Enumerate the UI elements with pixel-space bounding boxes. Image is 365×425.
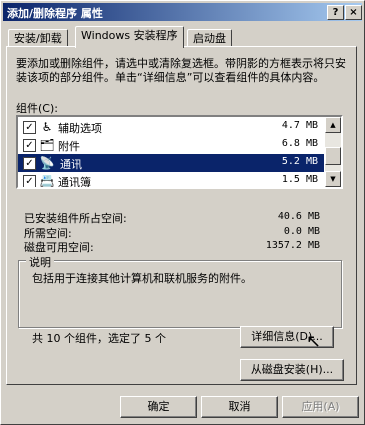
- checkbox[interactable]: ✓: [23, 121, 36, 134]
- component-size: 5.2 MB: [281, 156, 318, 167]
- accessibility-icon: ♿: [41, 120, 53, 134]
- close-button[interactable]: ×: [345, 5, 362, 20]
- apply-button[interactable]: 应用(A): [282, 396, 359, 418]
- checkbox[interactable]: ✓: [23, 157, 36, 170]
- component-description: 包括用于连接其他计算机和联机服务的附件。: [32, 272, 252, 285]
- installed-space-label: 已安装组件所占空间:: [24, 212, 127, 225]
- required-space-value: 0.0 MB: [283, 226, 320, 237]
- component-size: 6.8 MB: [281, 138, 318, 149]
- help-button[interactable]: ?: [327, 5, 344, 20]
- list-item[interactable]: ✓ ♿ 辅助选项 4.7 MB: [18, 118, 324, 136]
- list-item[interactable]: ✓ 📇 通讯簿 1.5 MB: [18, 172, 324, 189]
- list-item-selected[interactable]: ✓ 📡 通讯 5.2 MB: [18, 154, 324, 172]
- address-book-icon: 📇: [39, 174, 55, 188]
- mouse-cursor-icon: ↖: [306, 331, 322, 352]
- checkbox[interactable]: ✓: [23, 139, 36, 152]
- window-title: 添加/删除程序 属性: [7, 7, 103, 20]
- vertical-scrollbar[interactable]: ▲ ▼: [325, 117, 341, 187]
- tab-windows-setup[interactable]: Windows 安装程序: [75, 26, 184, 48]
- free-space-value: 1357.2 MB: [265, 240, 320, 251]
- component-size: 4.7 MB: [281, 120, 318, 131]
- accessories-icon: 🗂: [39, 138, 55, 152]
- scroll-thumb[interactable]: [325, 147, 341, 165]
- component-size: 1.5 MB: [281, 174, 318, 185]
- communications-icon: 📡: [39, 156, 55, 170]
- scroll-down-icon[interactable]: ▼: [325, 171, 341, 187]
- cancel-button[interactable]: 取消: [201, 396, 278, 418]
- component-name: 通讯: [58, 156, 84, 172]
- scroll-up-icon[interactable]: ▲: [325, 117, 341, 133]
- component-name: 附件: [58, 140, 80, 153]
- free-space-label: 磁盘可用空间:: [24, 241, 94, 254]
- list-item[interactable]: ✓ 🗂 附件 6.8 MB: [18, 136, 324, 154]
- groupbox-title: 说明: [26, 254, 54, 270]
- component-name: 辅助选项: [58, 122, 102, 135]
- ok-button[interactable]: 确定: [120, 396, 197, 418]
- checkbox[interactable]: ✓: [23, 175, 36, 187]
- selection-summary: 共 10 个组件，选定了 5 个: [32, 332, 166, 345]
- components-list[interactable]: ✓ ♿ 辅助选项 4.7 MB ✓ 🗂 附件 6.8 MB ✓ 📡 通讯 5.2…: [16, 115, 343, 189]
- have-disk-button[interactable]: 从磁盘安装(H)...: [240, 359, 344, 381]
- component-name: 通讯簿: [58, 176, 91, 189]
- description-text: 要添加或删除组件，请选中或清除复选框。带阴影的方框表示将只安装该项的部分组件。单…: [16, 57, 346, 84]
- title-bar[interactable]: 添加/删除程序 属性 ? ×: [3, 3, 362, 21]
- components-label: 组件(C):: [16, 102, 58, 115]
- installed-space-value: 40.6 MB: [277, 211, 320, 222]
